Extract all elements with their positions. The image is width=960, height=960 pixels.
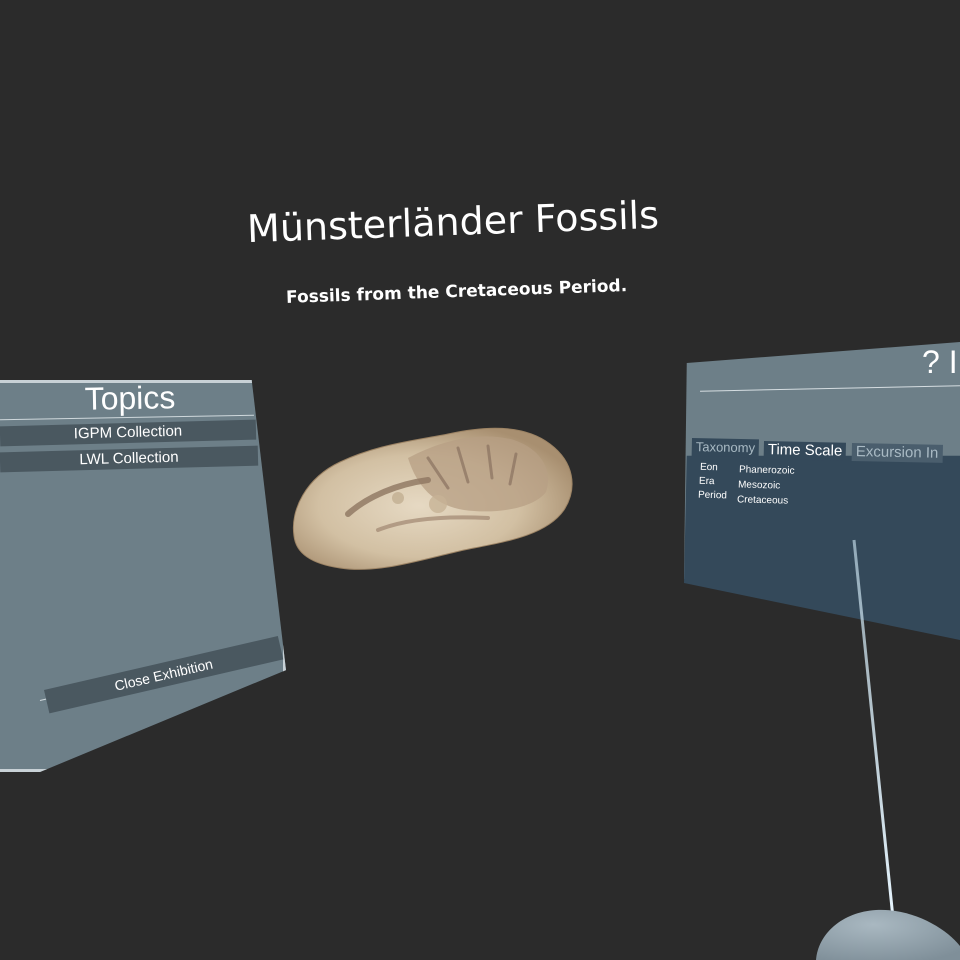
time-scale-key-period: Period — [697, 489, 728, 502]
controller-body — [816, 909, 960, 960]
tab-time-scale[interactable]: Time Scale — [763, 441, 847, 461]
time-scale-key-era: Era — [698, 475, 715, 488]
tab-taxonomy[interactable]: Taxonomy — [691, 438, 760, 458]
time-scale-key-eon: Eon — [699, 461, 718, 474]
time-scale-value-era: Mesozoic — [737, 479, 781, 492]
info-panel-body — [684, 455, 960, 640]
help-icon[interactable]: ? I — [922, 344, 958, 381]
vr-scene: Münsterländer Fossils Fossils from the C… — [0, 0, 960, 960]
exhibit-subtitle: Fossils from the Cretaceous Period. — [285, 276, 628, 308]
topics-title: Topics — [84, 379, 176, 417]
time-scale-value-eon: Phanerozoic — [738, 464, 795, 477]
exhibit-title: Münsterländer Fossils — [246, 192, 660, 252]
tab-excursion[interactable]: Excursion In — [851, 443, 943, 463]
time-scale-value-period: Cretaceous — [736, 494, 789, 507]
fossil-specimen[interactable] — [288, 418, 578, 578]
